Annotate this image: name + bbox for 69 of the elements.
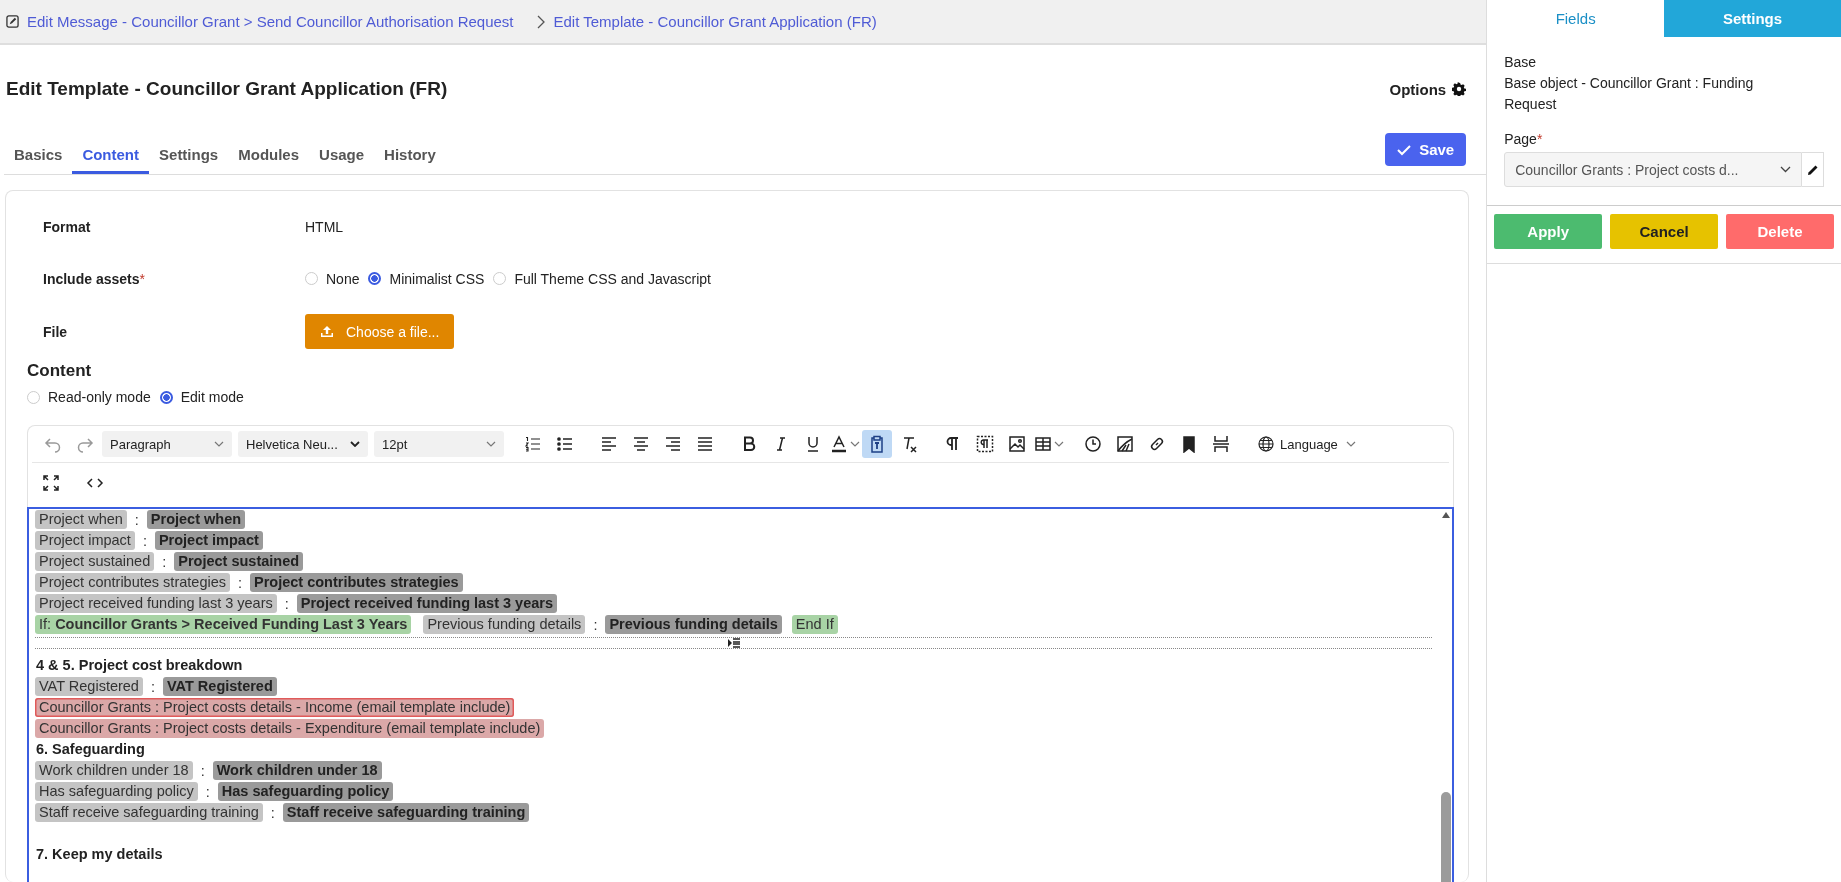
field-value-tag[interactable]: Project sustained <box>174 552 304 571</box>
include-tag[interactable]: Councillor Grants : Project costs details - Income (email template include) <box>35 698 515 717</box>
field-label-tag[interactable]: Project contributes strategies <box>35 573 230 592</box>
section-heading: 7. Keep my details <box>35 845 164 864</box>
field-label-tag[interactable]: Project when <box>35 510 127 529</box>
colon-separator: : <box>205 783 210 800</box>
field-value-tag[interactable]: Project impact <box>154 531 263 550</box>
base-object-text: Base object - Councillor Grant : Funding Request <box>1504 74 1755 114</box>
colon-separator: : <box>162 553 167 570</box>
field-value-tag[interactable]: Has safeguarding policy <box>217 782 394 801</box>
field-value-tag[interactable]: Previous funding details <box>605 615 782 634</box>
end-if-tag[interactable]: End If <box>791 615 838 634</box>
required-mark: * <box>139 270 145 287</box>
field-value-tag[interactable]: Project contributes strategies <box>250 573 463 592</box>
radio-label[interactable]: Full Theme CSS and Javascript <box>514 270 711 287</box>
field-label-tag[interactable]: Project impact <box>35 531 135 550</box>
section-heading: 4 & 5. Project cost breakdown <box>35 656 244 675</box>
colon-separator: : <box>150 678 155 695</box>
tab[interactable]: Basics <box>4 138 73 174</box>
file-label: File <box>42 323 69 340</box>
section-heading: 6. Safeguarding <box>35 740 146 759</box>
field-value-tag[interactable]: Project received funding last 3 years <box>296 594 558 613</box>
field-label-tag[interactable]: Has safeguarding policy <box>35 782 198 801</box>
tab[interactable]: Modules <box>228 138 310 174</box>
colon-separator: : <box>593 616 598 633</box>
breadcrumb-link[interactable]: Edit Template - Councillor Grant Application (FR) <box>553 13 877 30</box>
page-title: Edit Template - Councillor Grant Application (FR) <box>6 78 448 100</box>
field-value-tag[interactable]: VAT Registered <box>162 677 277 696</box>
field-value-tag[interactable]: Project when <box>146 510 246 529</box>
tab[interactable]: Settings <box>149 138 229 174</box>
radio-label[interactable]: Read-only mode <box>48 389 151 405</box>
format-label: Format <box>42 218 92 235</box>
format-dropdown[interactable]: 12pt <box>374 431 504 457</box>
cancel-button[interactable]: Cancel <box>1610 214 1719 249</box>
tab[interactable]: History <box>374 138 446 174</box>
field-label-tag[interactable]: Staff receive safeguarding training <box>35 803 263 822</box>
include-tag[interactable]: Councillor Grants : Project costs details - Expenditure (email template include) <box>35 719 545 738</box>
colon-separator: : <box>200 762 205 779</box>
field-value-tag[interactable]: Work children under 18 <box>212 761 382 780</box>
field-label-tag[interactable]: Previous funding details <box>423 615 586 634</box>
radio-label[interactable]: None <box>326 270 360 287</box>
field-label-tag[interactable]: VAT Registered <box>35 677 143 696</box>
field-label-tag[interactable]: Project sustained <box>35 552 155 571</box>
format-dropdown[interactable]: Paragraph <box>102 431 232 457</box>
colon-separator: : <box>238 574 242 591</box>
radio-label[interactable]: Minimalist CSS <box>389 270 485 287</box>
page-select[interactable]: Councillor Grants : Project costs d... <box>1504 152 1802 187</box>
breadcrumb-link[interactable]: Edit Message - Councillor Grant > Send Councillor Authorisation Request <box>27 13 514 30</box>
colon-separator: : <box>270 804 275 821</box>
format-value: HTML <box>305 218 344 235</box>
colon-separator: : <box>134 511 139 528</box>
radio-label[interactable]: Edit mode <box>180 389 244 405</box>
field-label-tag[interactable]: Project received funding last 3 years <box>35 594 277 613</box>
content-heading: Content <box>27 361 93 381</box>
tab[interactable]: Usage <box>309 138 375 174</box>
format-dropdown[interactable]: Helvetica Neu... <box>238 431 368 457</box>
tab[interactable]: Content <box>72 138 150 174</box>
required-mark: * <box>1536 131 1543 147</box>
condition-tag[interactable]: If: Councillor Grants > Received Funding Last 3 Years <box>35 615 412 634</box>
include-assets-label: Include assets <box>43 270 140 287</box>
save-button[interactable]: Save <box>1385 133 1467 166</box>
field-label-tag[interactable]: Work children under 18 <box>35 761 193 780</box>
base-label: Base <box>1504 53 1538 72</box>
page-label: Page <box>1504 131 1537 147</box>
field-value-tag[interactable]: Staff receive safeguarding training <box>282 803 530 822</box>
colon-separator: : <box>284 595 289 612</box>
options-button[interactable]: Options <box>1389 80 1467 98</box>
colon-separator: : <box>142 532 147 549</box>
language-dropdown[interactable]: Language <box>1250 431 1364 457</box>
